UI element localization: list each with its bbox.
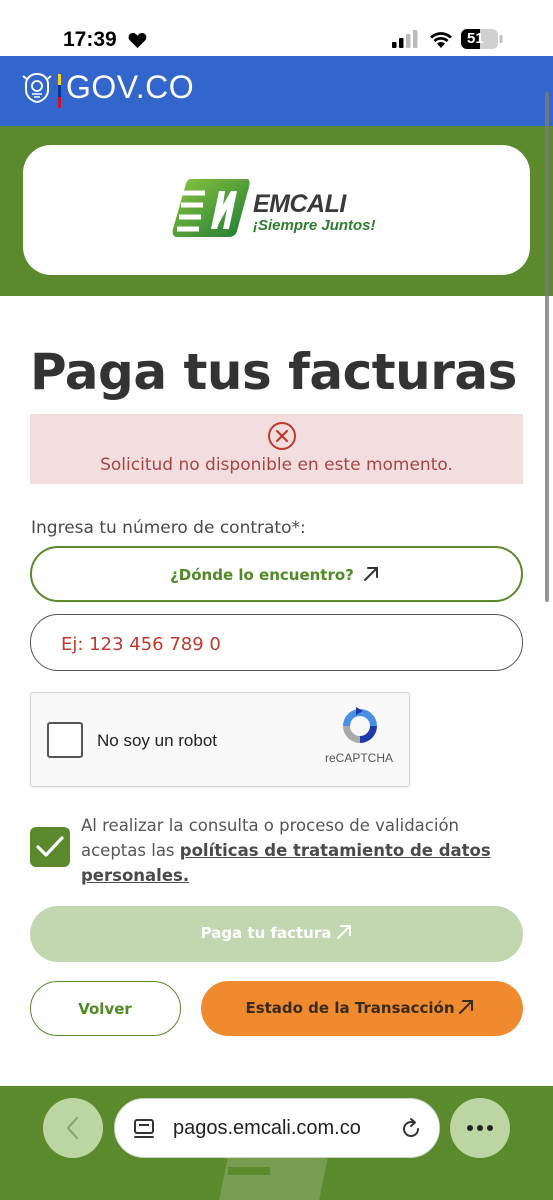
more-dots-icon bbox=[467, 1125, 493, 1131]
gov-shield-icon[interactable] bbox=[22, 72, 52, 104]
emcali-logo-icon bbox=[172, 179, 250, 237]
brand-name: EMCALI bbox=[253, 190, 346, 218]
where-to-find-button[interactable]: ¿Dónde lo encuentro? bbox=[30, 546, 523, 602]
recaptcha-brand: reCAPTCHA bbox=[325, 751, 394, 765]
logo-card[interactable]: EMCALI ¡Siempre Juntos! bbox=[23, 145, 530, 275]
signal-icon bbox=[392, 30, 418, 48]
error-circle-x-icon bbox=[268, 422, 296, 450]
external-arrow-icon bbox=[459, 1000, 473, 1014]
back-button[interactable]: Volver bbox=[30, 981, 181, 1036]
recaptcha-widget: No soy un robot reCAPTCHA bbox=[30, 692, 410, 787]
recaptcha-logo-icon bbox=[343, 707, 377, 743]
error-banner: Solicitud no disponible en este momento. bbox=[30, 414, 523, 484]
address-bar[interactable]: pagos.emcali.com.co bbox=[114, 1098, 440, 1158]
pay-invoice-button[interactable]: Paga tu factura bbox=[30, 906, 523, 962]
brand-header: EMCALI ¡Siempre Juntos! bbox=[0, 126, 553, 296]
where-to-find-label: ¿Dónde lo encuentro? bbox=[170, 566, 354, 584]
status-bar: 17:39 51 bbox=[0, 0, 553, 56]
contract-label: Ingresa tu número de contrato*: bbox=[31, 518, 306, 538]
colombia-flag-stripe bbox=[58, 74, 61, 108]
browser-more-button[interactable] bbox=[450, 1098, 510, 1158]
back-label: Volver bbox=[78, 1000, 132, 1018]
status-time: 17:39 bbox=[63, 28, 117, 51]
heart-icon bbox=[128, 32, 147, 49]
battery-level: 51 bbox=[467, 30, 484, 47]
page-tabs-icon bbox=[134, 1119, 154, 1138]
checkmark-icon bbox=[36, 836, 64, 857]
brand-slogan: ¡Siempre Juntos! bbox=[253, 217, 376, 234]
page-scrollbar[interactable] bbox=[545, 92, 549, 602]
gov-bar: GOV.CO bbox=[0, 56, 553, 126]
external-arrow-icon bbox=[337, 925, 351, 939]
contract-placeholder: Ej: 123 456 789 0 bbox=[61, 634, 221, 655]
consent-text: Al realizar la consulta o proceso de val… bbox=[81, 813, 521, 888]
recaptcha-checkbox[interactable] bbox=[47, 722, 83, 758]
page-title: Paga tus facturas bbox=[30, 343, 517, 401]
contract-number-input[interactable]: Ej: 123 456 789 0 bbox=[30, 614, 523, 671]
browser-back-button[interactable] bbox=[43, 1098, 103, 1158]
external-arrow-icon bbox=[364, 567, 378, 581]
pay-invoice-label: Paga tu factura bbox=[200, 924, 332, 942]
chevron-left-icon bbox=[66, 1116, 79, 1140]
consent-checkbox[interactable] bbox=[30, 827, 70, 867]
gov-title[interactable]: GOV.CO bbox=[66, 69, 194, 106]
url-text: pagos.emcali.com.co bbox=[173, 1117, 361, 1139]
recaptcha-label: No soy un robot bbox=[97, 731, 218, 750]
transaction-status-button[interactable]: Estado de la Transacción bbox=[201, 981, 523, 1036]
wifi-icon bbox=[430, 32, 452, 48]
transaction-status-label: Estado de la Transacción bbox=[245, 999, 455, 1017]
reload-icon[interactable] bbox=[399, 1117, 423, 1141]
error-message: Solicitud no disponible en este momento. bbox=[100, 455, 453, 475]
